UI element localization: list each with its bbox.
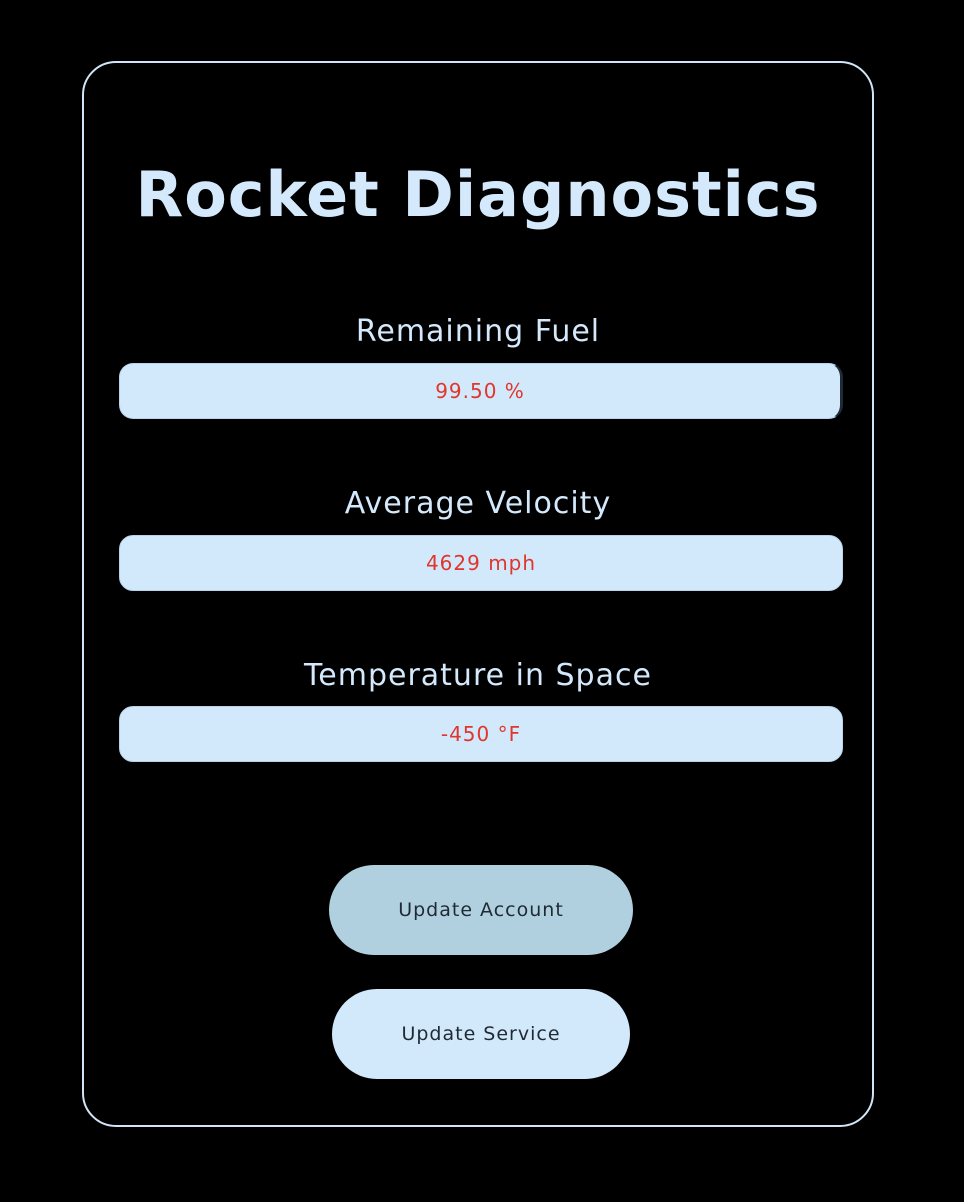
average-velocity-field: 4629 mph xyxy=(119,535,843,591)
remaining-fuel-field: 99.50 % xyxy=(119,363,843,419)
average-velocity-value: 4629 mph xyxy=(425,551,537,575)
update-account-button[interactable]: Update Account xyxy=(329,865,633,955)
average-velocity-label: Average Velocity xyxy=(344,486,612,521)
diagnostics-panel: Rocket Diagnostics Remaining Fuel 99.50 … xyxy=(82,61,874,1127)
update-service-button[interactable]: Update Service xyxy=(332,989,630,1079)
temperature-field: -450 °F xyxy=(119,706,843,762)
temperature-value: -450 °F xyxy=(440,722,522,746)
page-title: Rocket Diagnostics xyxy=(135,158,821,231)
remaining-fuel-label: Remaining Fuel xyxy=(355,314,601,349)
temperature-label: Temperature in Space xyxy=(304,658,652,693)
remaining-fuel-value: 99.50 % xyxy=(435,379,525,403)
